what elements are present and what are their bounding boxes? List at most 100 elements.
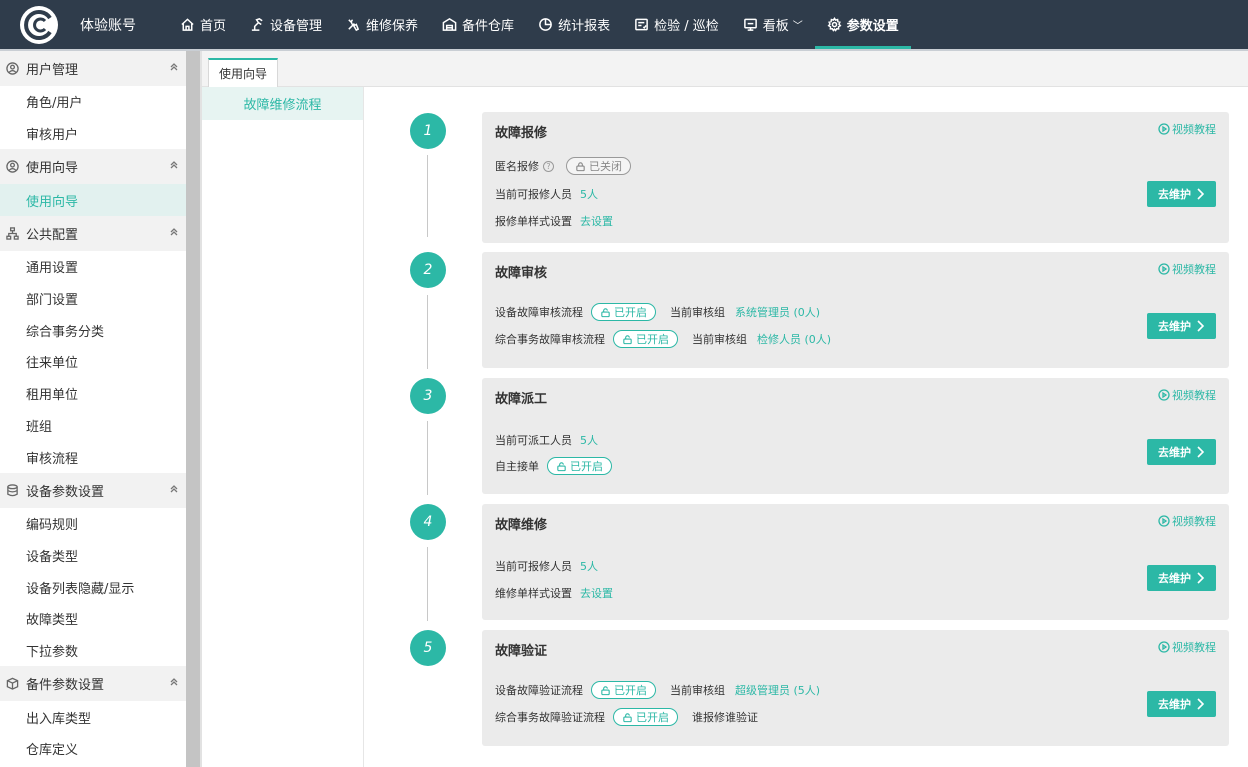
maintain-button[interactable]: 去维护	[1147, 439, 1216, 465]
timeline-connector	[427, 155, 428, 237]
video-tutorial-link[interactable]: 视频教程	[1158, 513, 1216, 529]
nav-dashboard[interactable]: 看板 ﹀	[731, 0, 815, 49]
chevron-up-double-icon[interactable]	[168, 676, 180, 688]
unlock-icon	[557, 461, 566, 471]
sidebar-group-user-management[interactable]: 用户管理	[0, 51, 186, 86]
row-affairs-review-flow: 综合事务故障审核流程 已开启 当前审核组 检修人员 (0人)	[495, 330, 831, 348]
field-label: 当前审核组	[692, 333, 747, 346]
group-label: 使用向导	[26, 161, 79, 177]
review-group-link[interactable]: 系统管理员 (0人)	[735, 304, 820, 320]
maintain-button[interactable]: 去维护	[1147, 691, 1216, 717]
go-settings-link[interactable]: 去设置	[580, 585, 613, 601]
sidebar-item-fault-types[interactable]: 故障类型	[0, 603, 186, 635]
toggle-self-accept[interactable]: 已开启	[547, 457, 612, 475]
account-name[interactable]: 体验账号	[80, 15, 168, 35]
nav-spare-parts[interactable]: 备件仓库	[430, 0, 526, 49]
toggle-anonymous-report[interactable]: 已关闭	[566, 157, 631, 175]
sidebar-item-review-flow[interactable]: 审核流程	[0, 441, 186, 473]
gear-icon	[827, 17, 842, 32]
sidebar-item-department-settings[interactable]: 部门设置	[0, 283, 186, 315]
sidebar-group-guide[interactable]: 使用向导	[0, 149, 186, 185]
step-title: 故障验证	[495, 644, 548, 659]
nav-reports[interactable]: 统计报表	[526, 0, 622, 49]
step-number: 5	[410, 630, 446, 666]
inspection-icon	[635, 18, 648, 31]
nav-equipment[interactable]: 设备管理	[238, 0, 334, 49]
play-circle-icon	[1158, 389, 1170, 401]
help-icon[interactable]: ?	[543, 160, 554, 172]
logo-icon	[19, 5, 59, 45]
maintain-button[interactable]: 去维护	[1147, 565, 1216, 591]
chevron-right-icon	[1197, 320, 1205, 332]
toggle-affairs-verify[interactable]: 已开启	[613, 708, 678, 726]
database-icon	[7, 484, 18, 497]
robot-arm-icon	[251, 18, 263, 31]
step-card-fault-verification: 故障验证 视频教程 设备故障验证流程 已开启 当前审核组 超级管理员 (5人) …	[482, 630, 1229, 746]
sidebar-item-roles-users[interactable]: 角色/用户	[0, 86, 186, 118]
sidebar-group-public-config[interactable]: 公共配置	[0, 216, 186, 252]
sidebar-item-inout-types[interactable]: 出入库类型	[0, 701, 186, 733]
video-tutorial-link[interactable]: 视频教程	[1158, 387, 1216, 403]
nav-label: 统计报表	[558, 19, 611, 34]
toggle-affairs-review[interactable]: 已开启	[613, 330, 678, 348]
field-label: 当前可派工人员	[495, 434, 572, 447]
sidebar-item-dropdown-params[interactable]: 下拉参数	[0, 635, 186, 667]
toggle-label: 已开启	[614, 684, 647, 697]
unlock-icon	[623, 712, 632, 722]
nav-maintenance[interactable]: 维修保养	[334, 0, 430, 49]
field-label: 维修单样式设置	[495, 587, 572, 600]
sidebar-item-general-settings[interactable]: 通用设置	[0, 251, 186, 283]
sidebar-group-equipment-params[interactable]: 设备参数设置	[0, 472, 186, 508]
sidebar-item-affairs-category[interactable]: 综合事务分类	[0, 314, 186, 346]
sidebar-item-teams[interactable]: 班组	[0, 410, 186, 442]
maintain-button[interactable]: 去维护	[1147, 313, 1216, 339]
group-label: 备件参数设置	[26, 678, 105, 694]
video-tutorial-link[interactable]: 视频教程	[1158, 121, 1216, 137]
sidebar-item-equipment-list-visibility[interactable]: 设备列表隐藏/显示	[0, 571, 186, 603]
sidebar-group-spare-params[interactable]: 备件参数设置	[0, 666, 186, 702]
sidebar-item-warehouse-definition[interactable]: 仓库定义	[0, 733, 186, 765]
dispatchers-count-link[interactable]: 5人	[580, 432, 598, 448]
maintain-button[interactable]: 去维护	[1147, 181, 1216, 207]
video-label: 视频教程	[1172, 641, 1216, 654]
chevron-up-double-icon[interactable]	[168, 159, 180, 171]
button-label: 去维护	[1158, 320, 1191, 333]
sidebar-item-review-users[interactable]: 审核用户	[0, 118, 186, 150]
pie-chart-icon	[539, 18, 552, 31]
sidebar-item-lessees[interactable]: 租用单位	[0, 378, 186, 410]
chevron-up-double-icon[interactable]	[168, 226, 180, 238]
sidebar-scrollbar[interactable]	[186, 51, 200, 767]
verify-group-link[interactable]: 超级管理员 (5人)	[735, 682, 820, 698]
sidebar-item-equipment-types[interactable]: 设备类型	[0, 540, 186, 572]
row-affairs-verify-flow: 综合事务故障验证流程 已开启 谁报修谁验证	[495, 708, 758, 726]
sidebar-item-coding-rules[interactable]: 编码规则	[0, 508, 186, 540]
video-label: 视频教程	[1172, 263, 1216, 276]
review-group-link[interactable]: 检修人员 (0人)	[757, 331, 831, 347]
guide-submenu: 故障维修流程	[202, 87, 364, 767]
go-settings-link[interactable]: 去设置	[580, 213, 613, 229]
chevron-up-double-icon[interactable]	[168, 483, 180, 495]
chevron-up-double-icon[interactable]	[168, 61, 180, 73]
field-label: 匿名报修	[495, 160, 539, 173]
toggle-label: 已关闭	[589, 160, 622, 173]
unlock-icon	[623, 334, 632, 344]
step-card-fault-review: 故障审核 视频教程 设备故障审核流程 已开启 当前审核组 系统管理员 (0人) …	[482, 252, 1229, 368]
reporters-count-link[interactable]: 5人	[580, 186, 598, 202]
nav-settings[interactable]: 参数设置	[814, 0, 911, 49]
video-tutorial-link[interactable]: 视频教程	[1158, 639, 1216, 655]
nav-home[interactable]: 首页	[168, 0, 238, 49]
field-label: 综合事务故障验证流程	[495, 711, 605, 724]
warehouse-icon	[442, 17, 457, 31]
row-current-repairers: 当前可报修人员 5人	[495, 558, 598, 574]
field-label: 当前审核组	[670, 306, 725, 319]
repairers-count-link[interactable]: 5人	[580, 558, 598, 574]
sidebar-item-guide[interactable]: 使用向导	[0, 184, 186, 217]
submenu-item-fault-repair-flow[interactable]: 故障维修流程	[202, 87, 363, 120]
toggle-equipment-verify[interactable]: 已开启	[591, 681, 656, 699]
video-tutorial-link[interactable]: 视频教程	[1158, 261, 1216, 277]
toggle-equipment-review[interactable]: 已开启	[591, 303, 656, 321]
sidebar-item-partners[interactable]: 往来单位	[0, 346, 186, 378]
chevron-right-icon	[1197, 446, 1205, 458]
nav-inspection[interactable]: 检验 / 巡检	[622, 0, 731, 49]
tab-guide[interactable]: 使用向导	[208, 58, 279, 87]
